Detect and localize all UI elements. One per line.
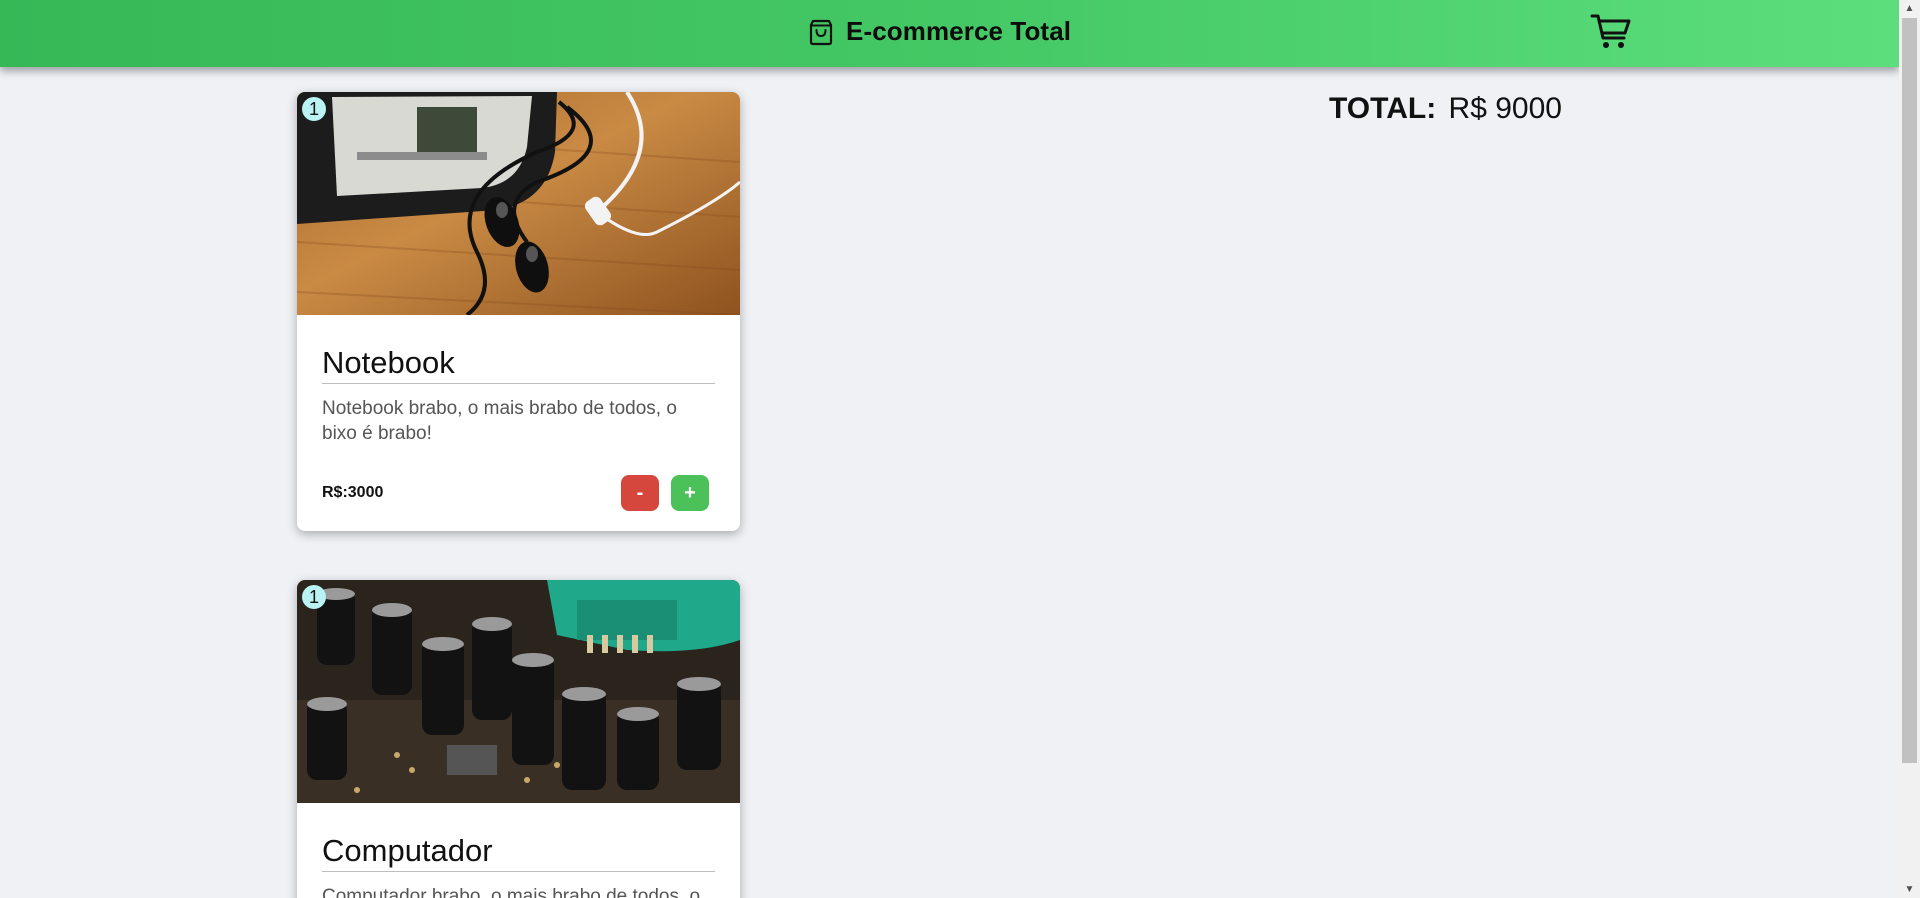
product-card-body: Notebook Notebook brabo, o mais brabo de… bbox=[297, 345, 740, 446]
product-name: Computador bbox=[322, 833, 715, 872]
page: E-commerce Total TOTAL: R$ 9000 1 Notebo… bbox=[0, 0, 1899, 898]
scroll-up-arrow-icon[interactable]: ▲ bbox=[1899, 0, 1920, 17]
top-bar: E-commerce Total bbox=[0, 0, 1899, 67]
total-value: R$ 9000 bbox=[1448, 92, 1562, 125]
product-card-footer: R$:3000 - + bbox=[322, 475, 709, 511]
product-card: 1 bbox=[297, 580, 740, 898]
product-card: 1 bbox=[297, 92, 740, 531]
shopping-cart-icon bbox=[1590, 14, 1631, 48]
product-description: Notebook brabo, o mais brabo de todos, o… bbox=[322, 398, 677, 444]
vertical-scrollbar[interactable]: ▲ ▼ bbox=[1899, 0, 1920, 898]
product-name: Notebook bbox=[322, 345, 715, 384]
cart-button[interactable] bbox=[1590, 11, 1632, 51]
quantity-controls: - + bbox=[621, 475, 709, 511]
quantity-badge: 1 bbox=[302, 97, 326, 121]
circuit-board-capacitors-photo bbox=[297, 580, 740, 803]
app-title: E-commerce Total bbox=[846, 15, 1072, 46]
product-image: 1 bbox=[297, 92, 740, 315]
product-image: 1 bbox=[297, 580, 740, 803]
product-price: R$:3000 bbox=[322, 484, 384, 501]
phone-with-earphones-photo bbox=[297, 92, 740, 315]
increase-quantity-button[interactable]: + bbox=[671, 475, 709, 511]
decrease-quantity-button[interactable]: - bbox=[621, 475, 659, 511]
total-label: TOTAL: bbox=[1329, 92, 1437, 125]
brand[interactable]: E-commerce Total bbox=[806, 14, 1071, 48]
shopping-bag-icon bbox=[806, 16, 836, 46]
quantity-badge: 1 bbox=[302, 585, 326, 609]
cart-total: TOTAL: R$ 9000 bbox=[1329, 92, 1562, 126]
scroll-down-arrow-icon[interactable]: ▼ bbox=[1899, 881, 1920, 898]
product-card-body: Computador Computador brabo, o mais brab… bbox=[297, 833, 740, 898]
product-description: Computador brabo, o mais brabo de todos,… bbox=[322, 886, 701, 898]
scrollbar-thumb[interactable] bbox=[1902, 18, 1917, 763]
